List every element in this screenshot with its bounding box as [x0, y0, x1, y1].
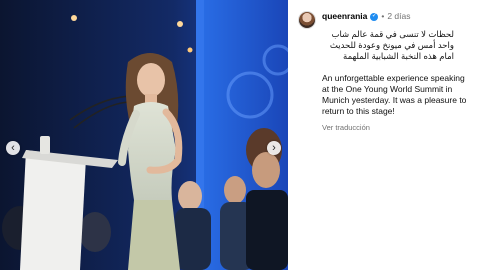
caption-arabic: لحظات لا تنسى في قمة عالم شاب واحد أمس ف… — [329, 29, 454, 61]
post-photo[interactable]: ‹ › — [0, 0, 288, 270]
caption-english: An unforgettable experience speaking at … — [322, 73, 467, 116]
post-timestamp[interactable]: 2 días — [387, 11, 410, 22]
avatar[interactable] — [298, 11, 316, 29]
speaker-photo-illustration — [0, 0, 288, 270]
see-translation-link[interactable]: Ver traducción — [322, 123, 370, 132]
chevron-left-icon: ‹ — [11, 141, 15, 154]
post-meta-line: queenrania ✓ • 2 días — [322, 11, 472, 22]
carousel-prev-button[interactable]: ‹ — [6, 141, 20, 155]
separator-dot: • — [381, 11, 385, 21]
chevron-right-icon: › — [272, 141, 276, 154]
post-caption-block: queenrania ✓ • 2 días لحظات لا تنسى في ق… — [322, 11, 472, 135]
verified-badge-icon: ✓ — [370, 12, 379, 21]
carousel-next-button[interactable]: › — [267, 141, 281, 155]
username-link[interactable]: queenrania — [322, 11, 367, 22]
post-header: queenrania ✓ • 2 días لحظات لا تنسى في ق… — [298, 11, 470, 135]
instagram-post-viewer: ‹ › queenrania ✓ • 2 días لحظات لا تنسى … — [0, 0, 480, 270]
post-details-panel: queenrania ✓ • 2 días لحظات لا تنسى في ق… — [288, 0, 480, 270]
